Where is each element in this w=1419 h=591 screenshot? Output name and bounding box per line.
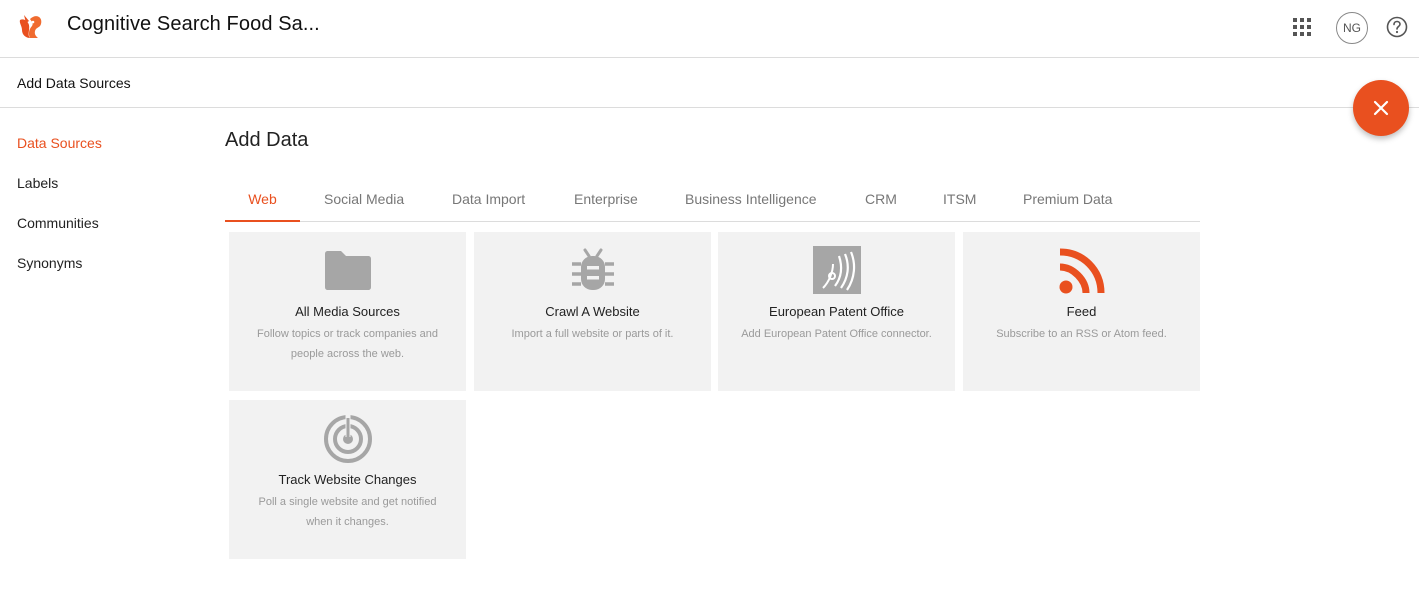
card-description: Subscribe to an RSS or Atom feed.	[996, 328, 1167, 340]
apps-grid-icon[interactable]	[1293, 18, 1311, 36]
card-description: Add European Patent Office connector.	[741, 328, 932, 340]
main-title: Add Data	[225, 129, 309, 151]
card-european-patent-office[interactable]: European Patent Office Add European Pate…	[718, 232, 955, 391]
sidebar-item-communities[interactable]: Communities	[17, 214, 197, 254]
sidebar: Data Sources Labels Communities Synonyms	[17, 134, 197, 294]
card-title: Track Website Changes	[278, 472, 417, 487]
card-track-website-changes[interactable]: Track Website Changes Poll a single webs…	[229, 400, 466, 559]
tab-premium-data[interactable]: Premium Data	[1023, 180, 1112, 222]
top-bar: Cognitive Search Food Sa... NG	[0, 0, 1419, 58]
patent-office-icon	[812, 246, 861, 294]
sidebar-item-synonyms[interactable]: Synonyms	[17, 254, 197, 294]
card-title: Crawl A Website	[545, 304, 640, 319]
tab-data-import[interactable]: Data Import	[452, 180, 525, 222]
sidebar-item-data-sources[interactable]: Data Sources	[17, 134, 197, 174]
tab-itsm[interactable]: ITSM	[943, 180, 976, 222]
page-subtitle: Add Data Sources	[17, 75, 131, 91]
sub-header: Add Data Sources	[0, 58, 1419, 108]
card-description: Poll a single website and get notified w…	[258, 496, 437, 528]
card-crawl-a-website[interactable]: Crawl A Website Import a full website or…	[474, 232, 711, 391]
squirrel-logo-icon[interactable]	[16, 11, 46, 41]
help-icon[interactable]	[1386, 16, 1408, 38]
tab-crm[interactable]: CRM	[865, 180, 897, 222]
tab-enterprise[interactable]: Enterprise	[574, 180, 638, 222]
tab-business-intelligence[interactable]: Business Intelligence	[685, 180, 817, 222]
card-title: All Media Sources	[295, 304, 400, 319]
close-button[interactable]	[1353, 80, 1409, 136]
card-all-media-sources[interactable]: All Media Sources Follow topics or track…	[229, 232, 466, 391]
folder-icon	[324, 251, 371, 290]
card-title: European Patent Office	[769, 304, 904, 319]
sidebar-item-labels[interactable]: Labels	[17, 174, 197, 214]
radar-icon	[323, 415, 372, 463]
tab-social-media[interactable]: Social Media	[324, 180, 404, 222]
card-description: Follow topics or track companies and peo…	[257, 328, 438, 360]
rss-icon	[1059, 248, 1104, 294]
source-tabs: Web Social Media Data Import Enterprise …	[225, 180, 1200, 222]
bug-icon	[571, 248, 614, 290]
card-description: Import a full website or parts of it.	[511, 328, 674, 340]
card-title: Feed	[1066, 304, 1097, 319]
close-icon	[1373, 100, 1389, 116]
app-title: Cognitive Search Food Sa...	[67, 13, 320, 35]
card-feed[interactable]: Feed Subscribe to an RSS or Atom feed.	[963, 232, 1200, 391]
tab-web[interactable]: Web	[225, 180, 300, 222]
user-avatar[interactable]: NG	[1336, 12, 1368, 44]
